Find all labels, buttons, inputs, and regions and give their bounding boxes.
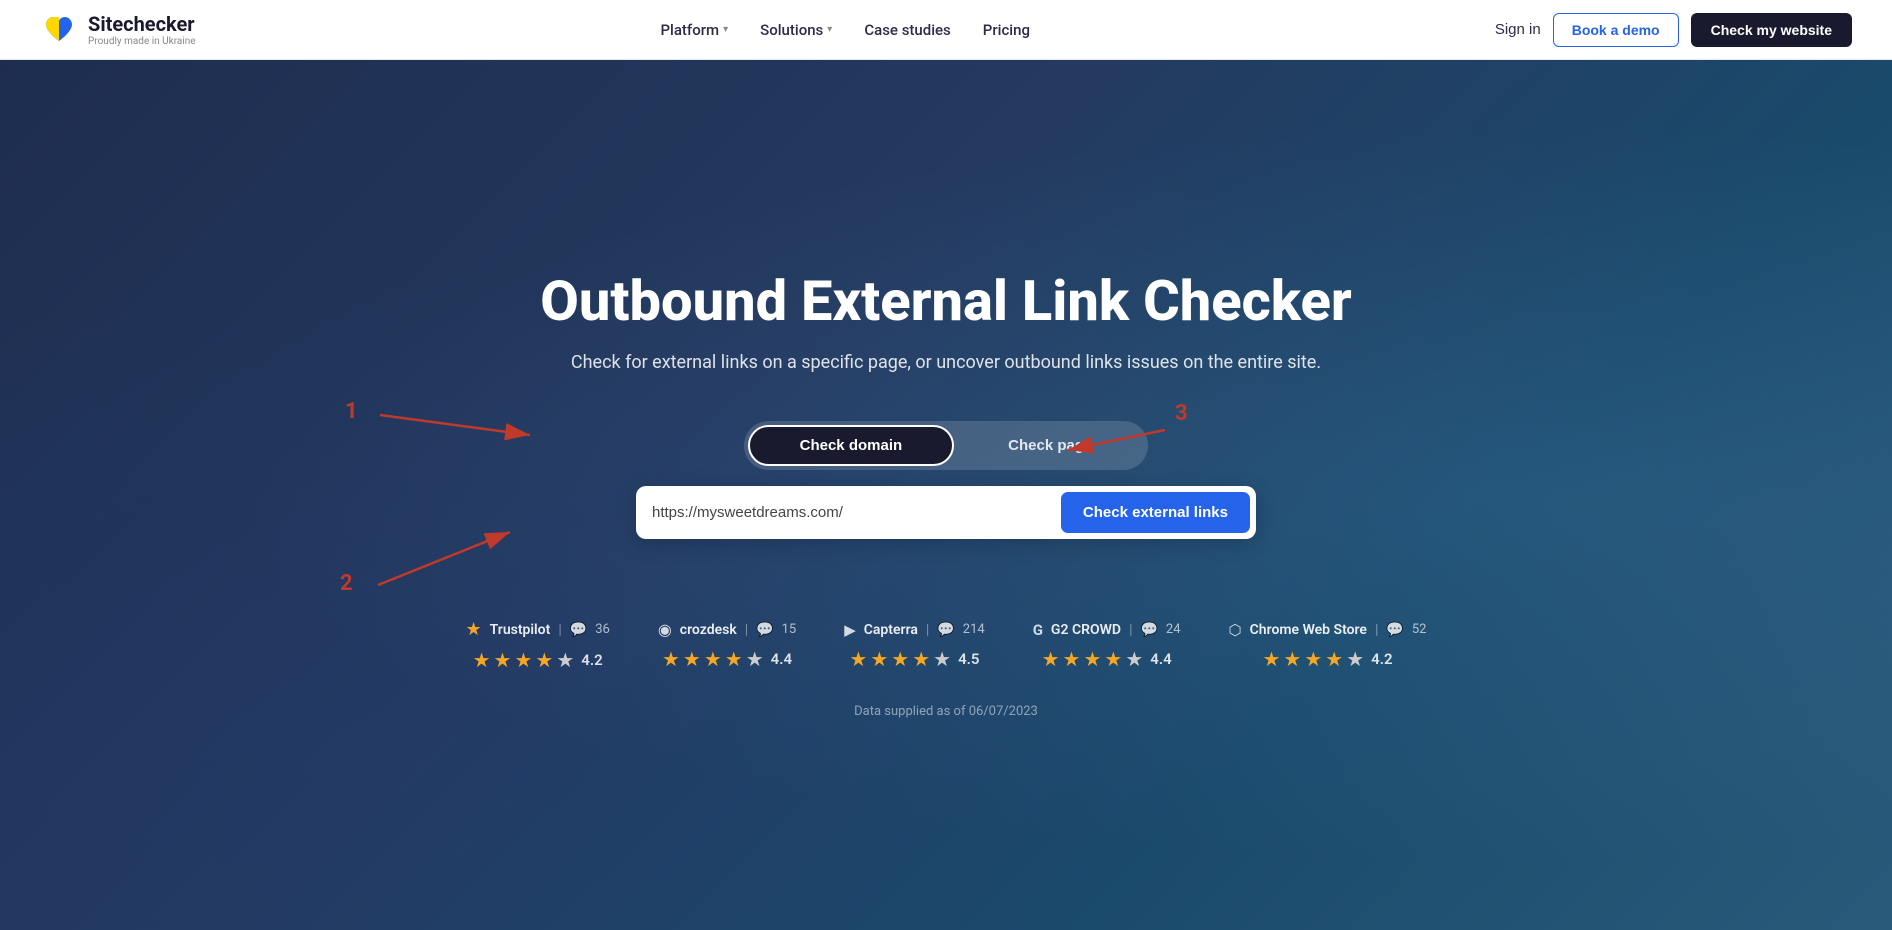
rating-capterra: ▶ Capterra | 💬 214 ★ ★ ★ ★ ★ 4.5 [844,621,984,671]
url-search-bar: Check external links [636,486,1256,539]
rating-trustpilot: ★ Trustpilot | 💬 36 ★ ★ ★ ★ ★ 4.2 [466,619,610,672]
check-tabs: Check domain Check page [744,421,1149,470]
logo[interactable]: Sitechecker Proudly made in Ukraine [40,11,196,49]
g2-icon: G [1033,621,1043,639]
star-rating: ★ ★ ★ ★ ★ 4.4 [662,647,792,671]
chrome-icon: ⬡ [1229,621,1242,639]
check-website-button[interactable]: Check my website [1691,13,1852,47]
nav-actions: Sign in Book a demo Check my website [1495,13,1852,47]
chat-icon: 💬 [1140,622,1157,638]
page-title: Outbound External Link Checker [540,271,1351,333]
star-rating: ★ ★ ★ ★ ★ 4.5 [849,647,979,671]
chat-icon: 💬 [756,622,773,638]
capterra-icon: ▶ [844,621,856,639]
rating-g2crowd: G G2 CROWD | 💬 24 ★ ★ ★ ★ ★ 4.4 [1033,621,1181,671]
tab-check-domain[interactable]: Check domain [748,425,955,466]
navbar: Sitechecker Proudly made in Ukraine Plat… [0,0,1892,60]
nav-case-studies[interactable]: Case studies [864,21,950,39]
signin-button[interactable]: Sign in [1495,21,1541,38]
rating-crozdesk: ◉ crozdesk | 💬 15 ★ ★ ★ ★ ★ 4.4 [658,620,796,671]
logo-name: Sitechecker [88,12,196,36]
rating-chrome-web-store: ⬡ Chrome Web Store | 💬 52 ★ ★ ★ ★ ★ 4.2 [1229,621,1427,671]
nav-pricing[interactable]: Pricing [983,21,1030,39]
url-input[interactable] [652,504,1061,521]
ratings-row: ★ Trustpilot | 💬 36 ★ ★ ★ ★ ★ 4.2 [466,619,1427,672]
logo-text: Sitechecker Proudly made in Ukraine [88,12,196,47]
logo-sub: Proudly made in Ukraine [88,36,196,47]
nav-platform[interactable]: Platform ▾ [660,21,728,39]
chat-icon: 💬 [570,622,587,638]
star-rating: ★ ★ ★ ★ ★ 4.4 [1042,647,1172,671]
book-demo-button[interactable]: Book a demo [1553,13,1679,47]
crozdesk-icon: ◉ [658,620,672,639]
chat-icon: 💬 [937,622,954,638]
star-rating: ★ ★ ★ ★ ★ 4.2 [1262,647,1392,671]
tab-check-page[interactable]: Check page [956,425,1144,466]
hero-subtitle: Check for external links on a specific p… [571,352,1321,373]
nav-links: Platform ▾ Solutions ▾ Case studies Pric… [660,21,1030,39]
chat-icon: 💬 [1386,622,1403,638]
chevron-down-icon: ▾ [827,24,832,35]
logo-icon [40,11,78,49]
chevron-down-icon: ▾ [723,24,728,35]
trustpilot-icon: ★ [466,619,482,640]
check-external-links-button[interactable]: Check external links [1061,492,1250,533]
hero-content: Outbound External Link Checker Check for… [0,271,1892,720]
data-note: Data supplied as of 06/07/2023 [854,704,1038,719]
star-rating: ★ ★ ★ ★ ★ 4.2 [473,648,603,672]
hero-section: 1 2 3 Outbound External Link Checker Che… [0,60,1892,930]
nav-solutions[interactable]: Solutions ▾ [760,21,832,39]
